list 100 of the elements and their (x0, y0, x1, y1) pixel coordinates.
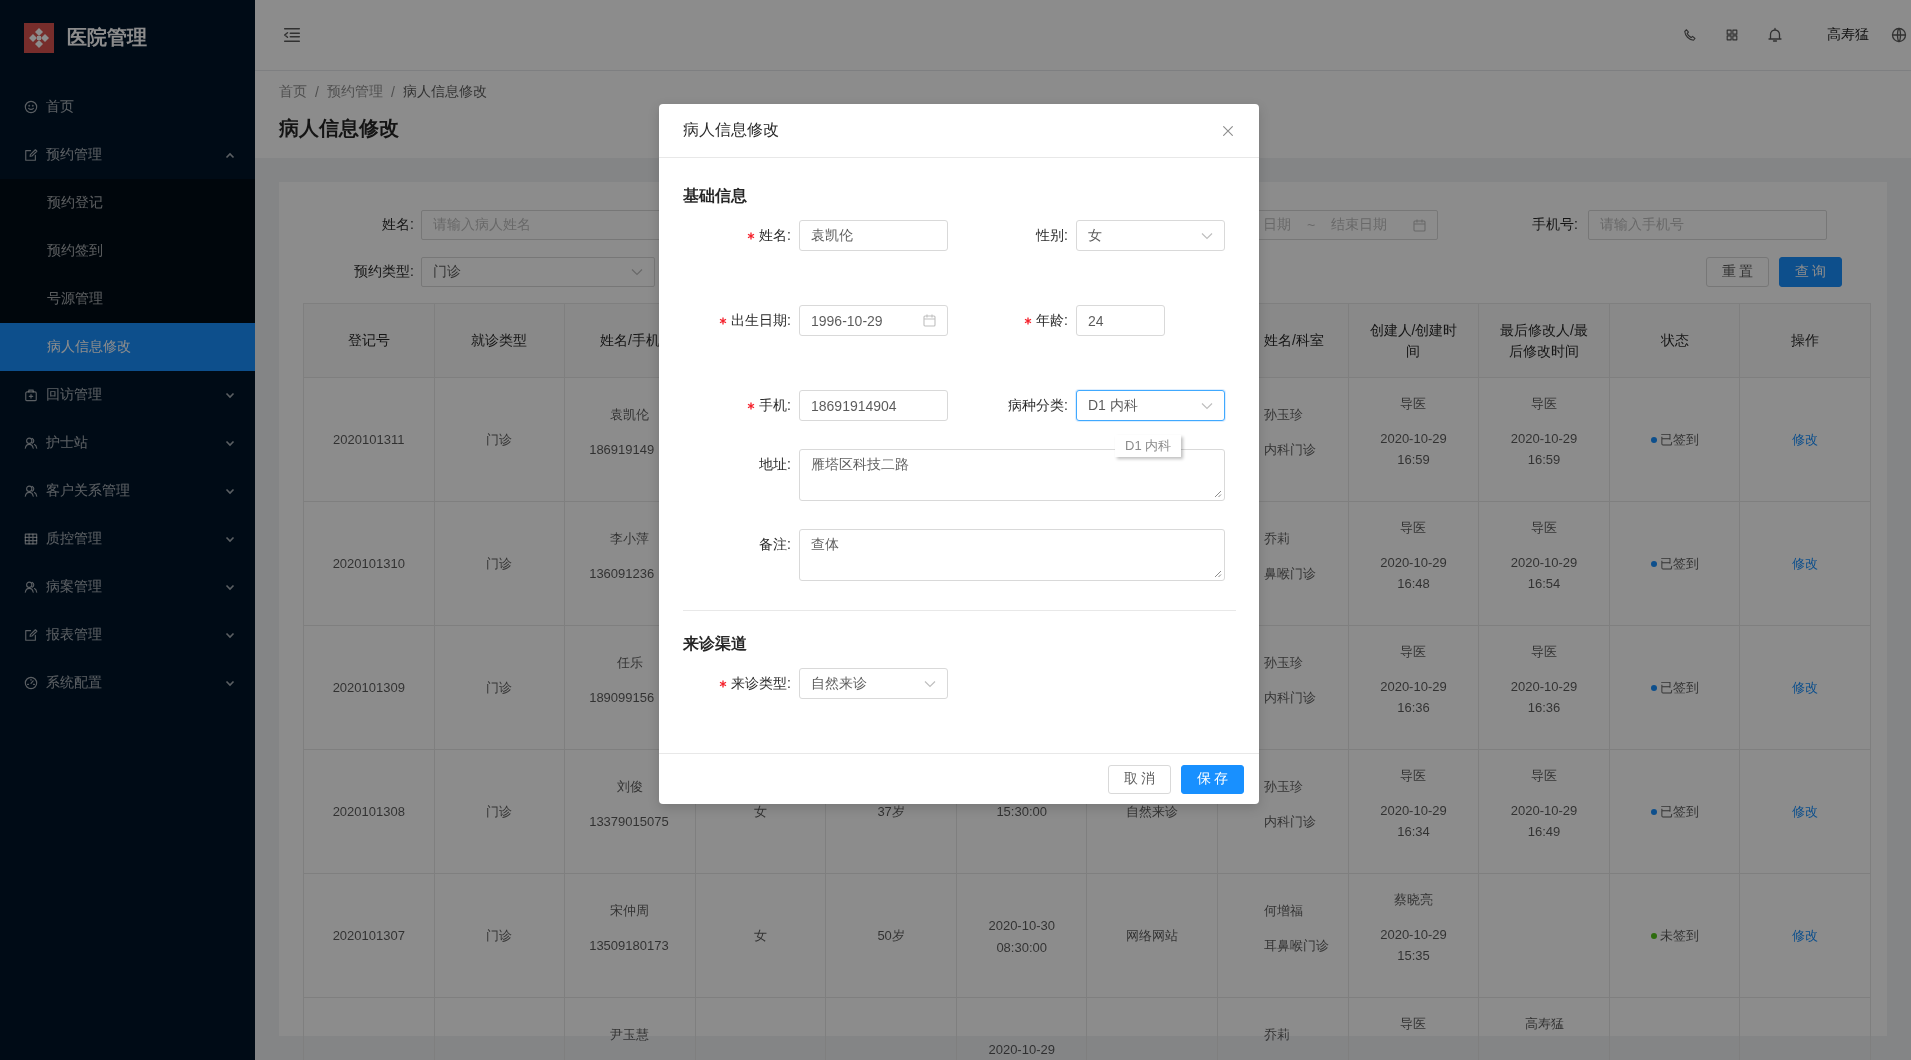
field-label: 手机: (759, 396, 791, 415)
column-header: 操作 (1740, 304, 1871, 378)
breadcrumb-separator: / (315, 84, 319, 100)
menu-item[interactable]: 首页 (0, 83, 255, 131)
date-field[interactable]: 1996-10-29 (799, 305, 948, 336)
status-text: 已签到 (1659, 802, 1699, 821)
edit-link[interactable]: 修改 (1792, 429, 1819, 450)
caret-icon (631, 268, 643, 276)
breadcrumb-separator: / (390, 84, 395, 100)
table-cell: 2020101311 (304, 378, 435, 502)
resize-handle-icon (1214, 490, 1222, 498)
table-cell: 女 (695, 874, 827, 998)
number-field[interactable]: 24 (1076, 305, 1165, 336)
menu-item[interactable]: 护士站 (0, 419, 255, 467)
edit-link[interactable]: 修改 (1792, 801, 1819, 822)
select-field[interactable]: 女 (1076, 220, 1225, 251)
table-cell: 导医 2020-10-29 16:54 (1479, 502, 1610, 626)
page-title: 病人信息修改 (279, 116, 399, 141)
menu-item[interactable]: 系统配置 (0, 659, 255, 707)
cancel-button[interactable]: 取 消 (1108, 764, 1171, 794)
edit-link[interactable]: 修改 (1792, 925, 1819, 946)
table-cell: 门诊 (434, 626, 566, 750)
select-field[interactable]: 门诊 (421, 257, 655, 287)
field-label: 来诊类型: (731, 674, 791, 693)
table-cell: 门诊 (434, 874, 566, 998)
column-header: 最后修改人/最后修改时间 (1479, 304, 1610, 378)
phone-icon (1683, 28, 1697, 42)
menu-item[interactable]: 病案管理 (0, 563, 255, 611)
table-cell: 蔡晓亮 2020-10-29 15:35 (1348, 874, 1480, 998)
edit-link[interactable]: 修改 (1792, 553, 1819, 574)
menu-item[interactable]: 报表管理 (0, 611, 255, 659)
app-title: 医院管理 (67, 25, 147, 50)
text-field[interactable]: 18691914904 (799, 390, 948, 421)
menu-item[interactable]: 回访管理 (0, 371, 255, 419)
menu-item[interactable]: 预约签到 (0, 227, 255, 275)
filter-label: 姓名: (381, 216, 414, 234)
breadcrumb-item[interactable]: 首页 (279, 83, 307, 101)
caret-icon (1201, 231, 1213, 240)
table-cell: 导医 2020-10-29 16:49 (1479, 750, 1610, 874)
table-cell: 导医 2020-10-29 16:36 (1348, 626, 1480, 750)
caret-icon (924, 679, 936, 688)
caret-icon (1201, 401, 1213, 410)
menu-item[interactable]: 预约管理 (0, 131, 255, 179)
table-cell: 2020101309 (304, 626, 435, 750)
filter-label: 手机号: (1531, 216, 1578, 234)
status-text: 已签到 (1659, 430, 1699, 449)
tooltip: D1 内科 (1115, 435, 1182, 457)
select-field[interactable]: D1 内科 (1076, 390, 1225, 421)
table-cell: 导医 2020-10-29 16:34 (1348, 750, 1480, 874)
close-icon (1221, 123, 1235, 138)
select-field[interactable]: 自然来诊 (799, 668, 948, 699)
table-cell: 2020101307 (304, 874, 435, 998)
field-label: 年龄: (1036, 311, 1068, 330)
field-label: 病种分类: (1008, 396, 1068, 415)
table-cell: 网络网站 (1087, 874, 1219, 998)
resize-handle-icon (1214, 570, 1222, 578)
grid-icon (1725, 28, 1739, 42)
save-button[interactable]: 保 存 (1181, 764, 1244, 794)
table-cell: 导医 2020-10-29 16:59 (1479, 378, 1610, 502)
table-cell: 50岁 (826, 874, 957, 998)
calendar-icon (1413, 218, 1426, 232)
table-cell: 2020101308 (304, 750, 435, 874)
section-title: 基础信息 (683, 186, 748, 206)
menu-item[interactable]: 预约登记 (0, 179, 255, 227)
reset-button[interactable]: 重 置 (1706, 257, 1769, 287)
table-cell: 导医 2020-10-29 16:36 (1479, 626, 1610, 750)
table-cell: 导医 2020-10-29 16:48 (1348, 502, 1480, 626)
calendar-icon (923, 314, 936, 327)
status-text: 已签到 (1659, 678, 1699, 697)
table-cell: 门诊 (434, 378, 566, 502)
table-cell: 何增福 耳鼻喉门诊 (1218, 874, 1349, 998)
menu-item[interactable]: 号源管理 (0, 275, 255, 323)
table-cell: 2020-10-30 08:30:00 (956, 874, 1088, 998)
column-header: 创建人/创建时间 (1348, 304, 1480, 378)
field-label: 姓名: (759, 226, 791, 245)
column-header: 登记号 (304, 304, 435, 378)
globe-icon (1891, 27, 1907, 43)
table-cell: 乔莉 (1218, 998, 1349, 1060)
textarea-field[interactable]: 查体 (799, 529, 1225, 581)
menu-item[interactable]: 质控管理 (0, 515, 255, 563)
field-label: 性别: (1036, 226, 1068, 245)
table-cell: 导医 (1348, 998, 1480, 1060)
column-header: 状态 (1609, 304, 1741, 378)
field-label: 出生日期: (731, 311, 791, 330)
field-label: 备注: (759, 535, 791, 554)
field-label: 地址: (759, 455, 791, 474)
status-text: 已签到 (1659, 554, 1699, 573)
user-name[interactable]: 高寿猛 (1827, 26, 1869, 44)
text-field[interactable]: 袁凯伦 (799, 220, 948, 251)
query-button[interactable]: 查 询 (1779, 257, 1842, 287)
table-cell: 门诊 (434, 750, 566, 874)
breadcrumb-item: 病人信息修改 (402, 83, 487, 101)
menu-item[interactable]: 病人信息修改 (0, 323, 255, 371)
table-cell: 2020101310 (304, 502, 435, 626)
table-cell: 导医 2020-10-29 16:59 (1348, 378, 1480, 502)
table-cell: 门诊 (434, 502, 566, 626)
edit-link[interactable]: 修改 (1792, 677, 1819, 698)
modal-title: 病人信息修改 (683, 120, 779, 140)
table-cell: 高寿猛 (1479, 998, 1610, 1060)
menu-item[interactable]: 客户关系管理 (0, 467, 255, 515)
